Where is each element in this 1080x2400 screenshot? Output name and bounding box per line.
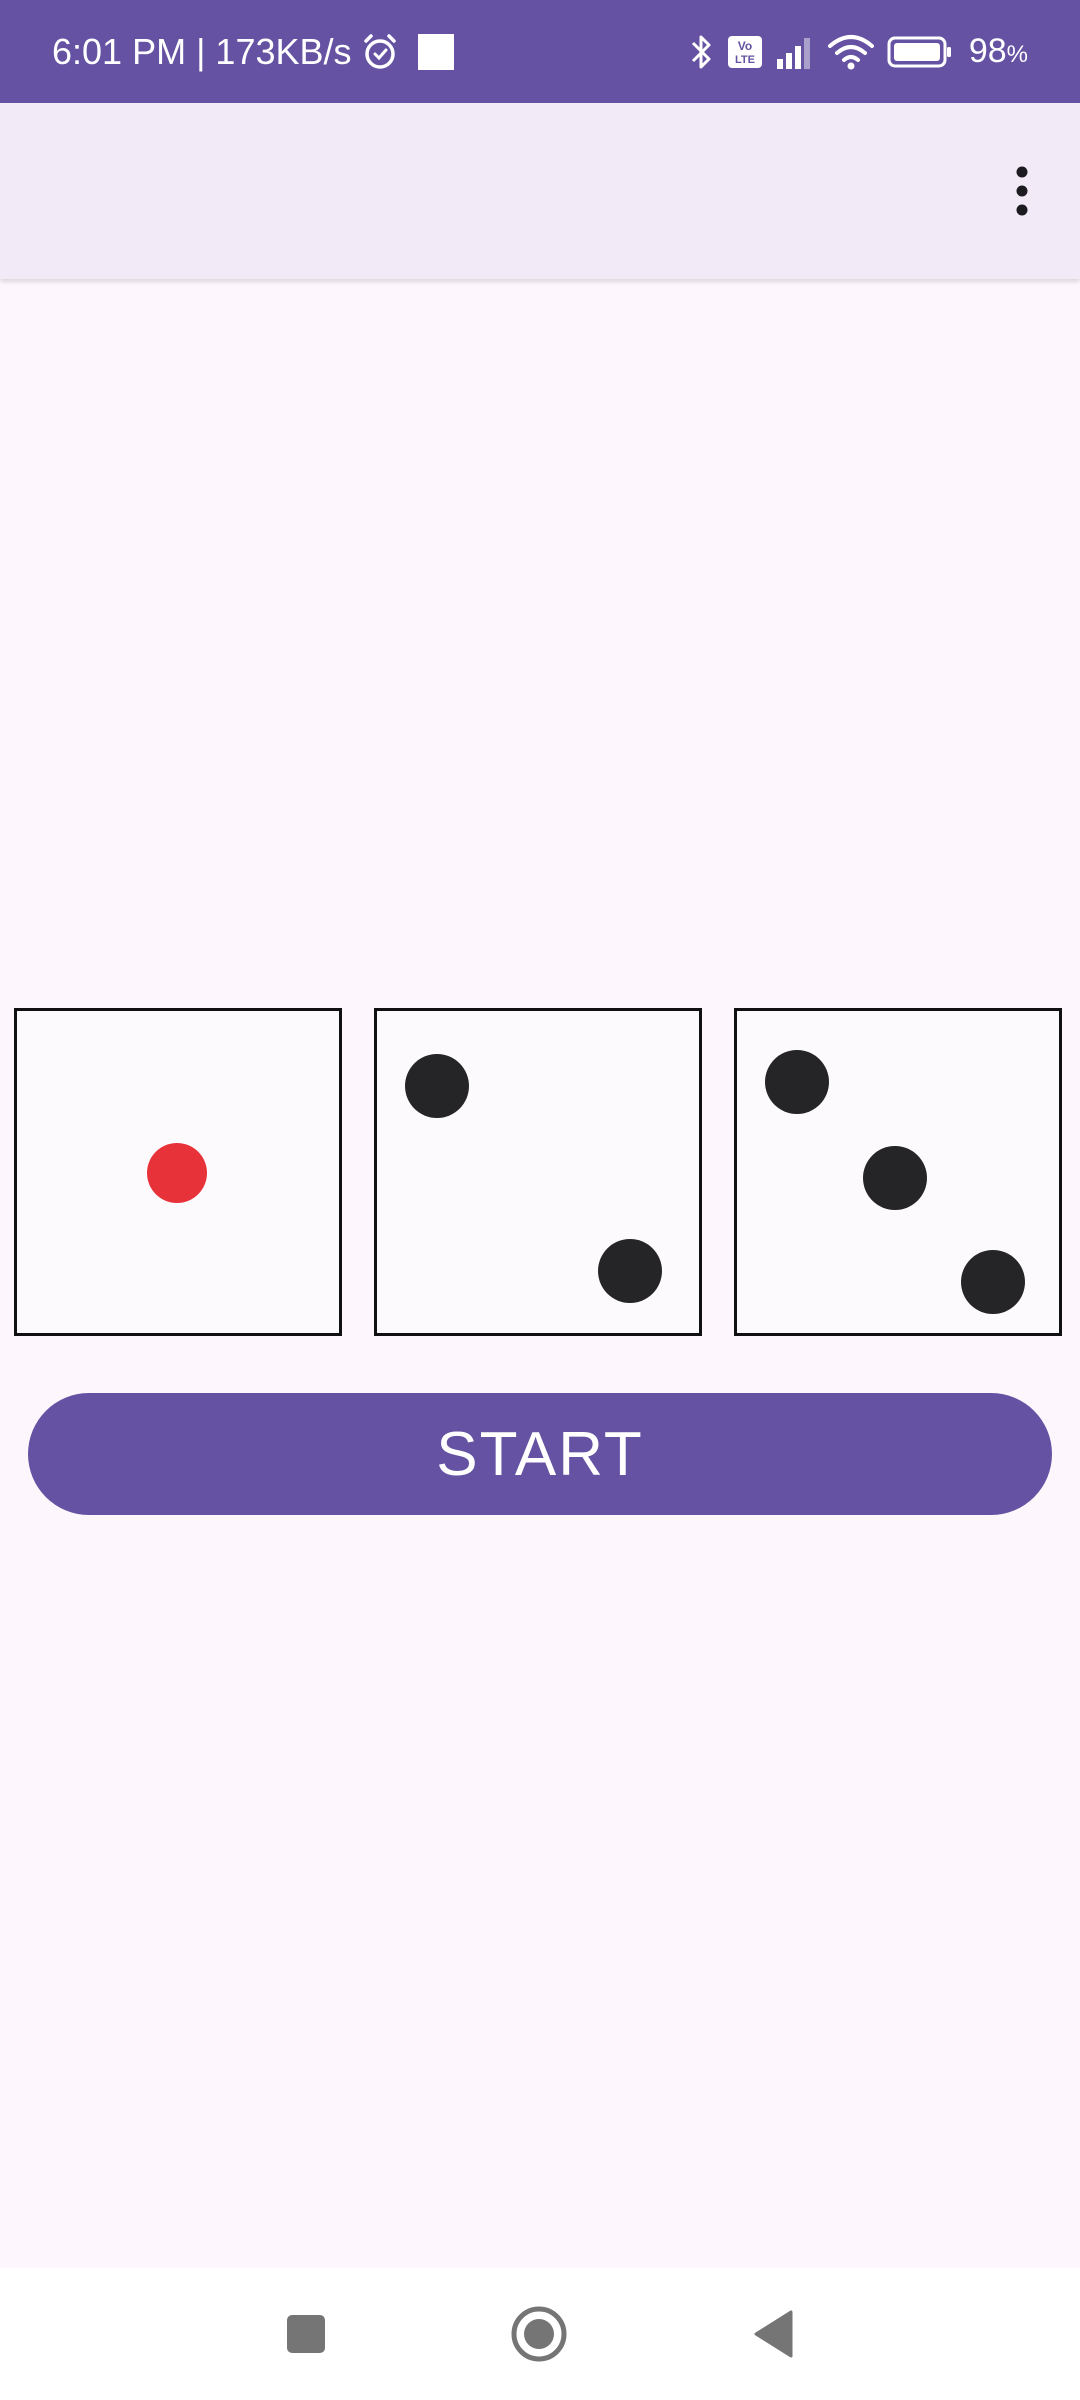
die-two-pip-layer	[374, 1008, 702, 1336]
die-three[interactable]	[734, 1008, 1062, 1336]
status-right: Vo LTE 98%	[689, 0, 1028, 103]
signal-icon	[776, 37, 810, 69]
battery-percent-unit: %	[1006, 41, 1028, 68]
bluetooth-icon	[691, 35, 711, 68]
home-icon	[511, 2306, 567, 2362]
home-button[interactable]	[479, 2268, 599, 2400]
status-left: 6:01 PM | 173KB/s	[52, 0, 454, 103]
die-pip	[598, 1239, 662, 1303]
screen: 6:01 PM | 173KB/s Vo LTE 98% START	[0, 0, 1080, 2400]
back-button[interactable]	[714, 2268, 834, 2400]
app-bar	[0, 103, 1080, 279]
die-one[interactable]	[14, 1008, 342, 1336]
start-button[interactable]: START	[28, 1393, 1052, 1515]
die-pip	[147, 1143, 207, 1203]
wifi-icon	[827, 34, 874, 69]
back-icon	[754, 2310, 793, 2358]
die-pip	[961, 1250, 1025, 1314]
more-vert-icon	[1016, 166, 1028, 216]
recents-button[interactable]	[246, 2268, 366, 2400]
alarm-icon	[363, 33, 396, 69]
recents-icon	[287, 2315, 325, 2353]
more-options-button[interactable]	[984, 148, 1060, 234]
start-button-label: START	[436, 1419, 644, 1489]
battery-percent-value: 98	[968, 32, 1007, 70]
status-bar: 6:01 PM | 173KB/s Vo LTE 98%	[0, 0, 1080, 103]
notification-square-icon	[417, 33, 454, 70]
battery-percent: 98%	[969, 32, 1028, 71]
die-pip	[863, 1146, 927, 1210]
volte-bottom-text: LTE	[735, 54, 755, 66]
volte-icon: Vo LTE	[727, 35, 762, 68]
volte-top-text: Vo	[738, 39, 752, 53]
navigation-bar	[0, 2268, 1080, 2400]
die-pip	[765, 1050, 829, 1114]
dice-row	[14, 1008, 1066, 1340]
battery-icon	[887, 36, 951, 67]
status-time-speed: 6:01 PM | 173KB/s	[52, 30, 352, 72]
